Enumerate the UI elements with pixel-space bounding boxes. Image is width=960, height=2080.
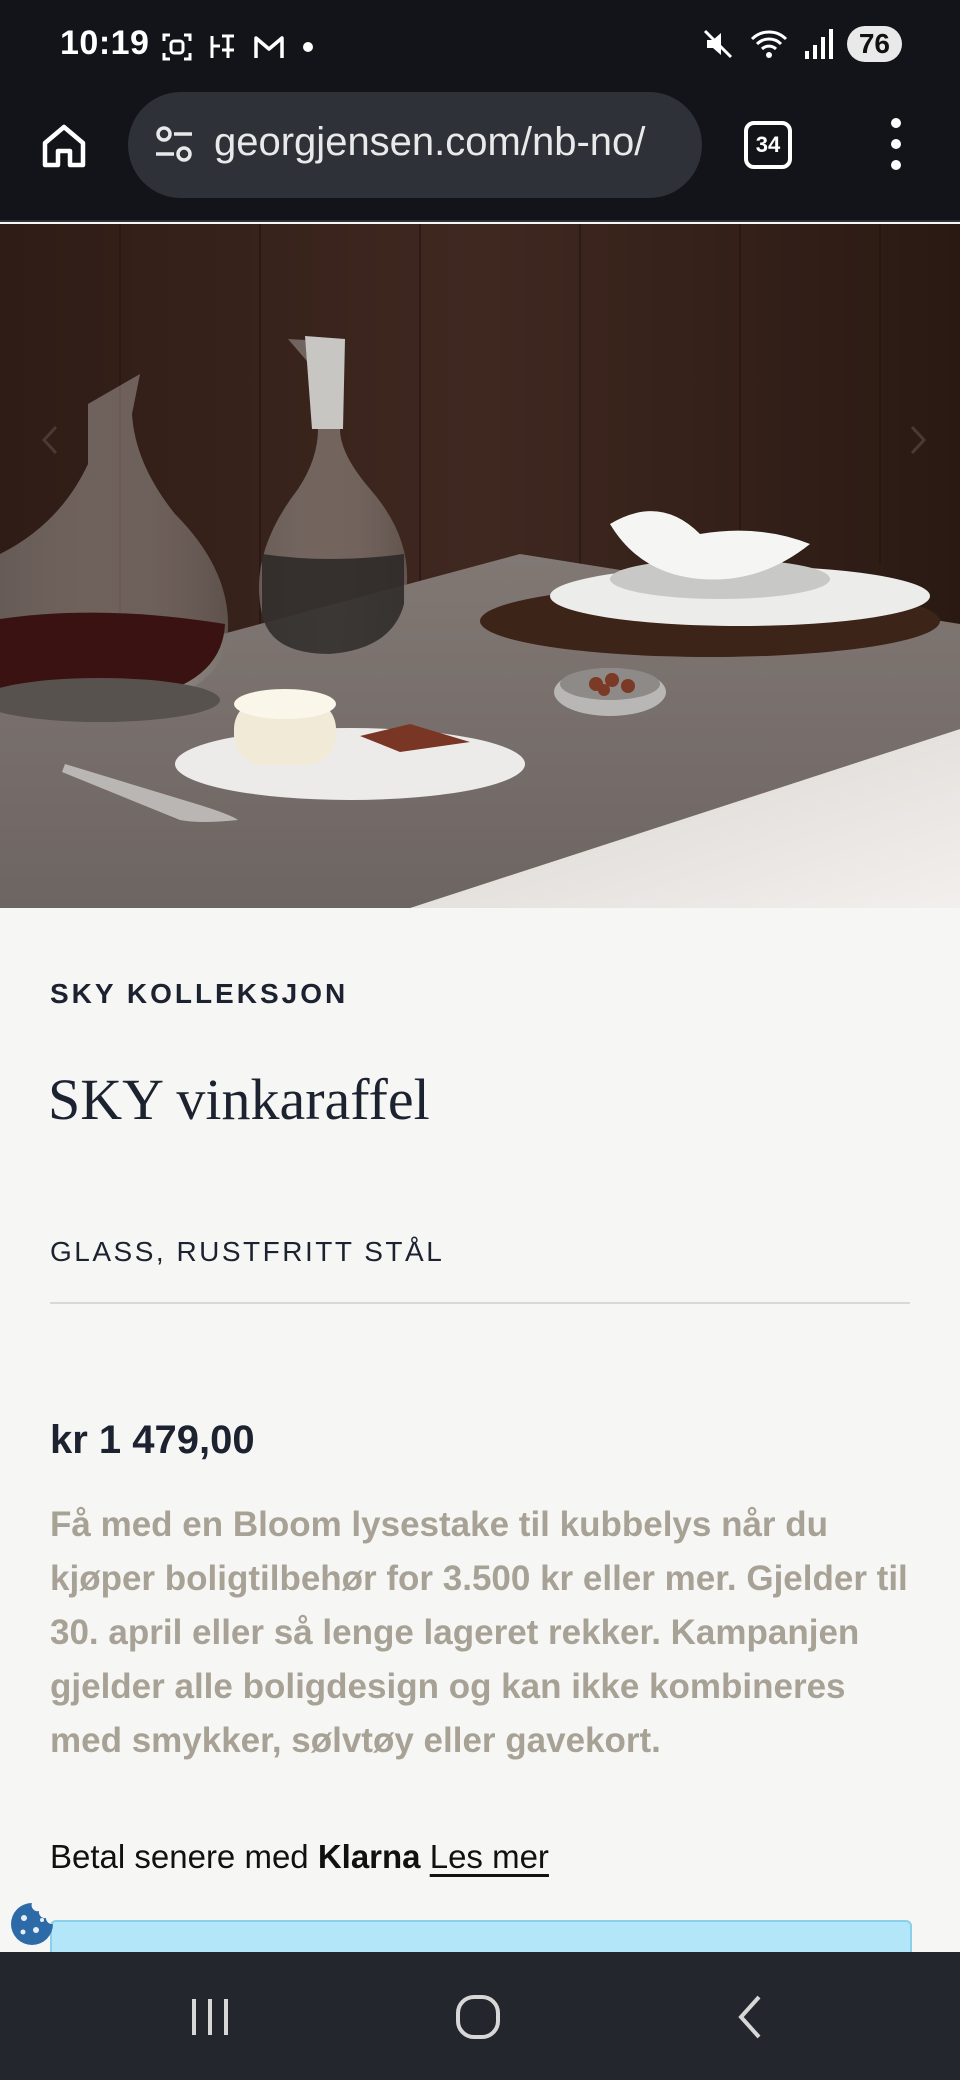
klarna-brand: Klarna <box>317 1838 421 1875</box>
klarna-info: Betal senere med Klarna Les mer <box>50 1838 549 1876</box>
menu-dot-icon <box>891 118 901 128</box>
menu-dot-icon <box>891 160 901 170</box>
product-image-carousel[interactable] <box>0 224 960 908</box>
tab-switcher-button[interactable]: 34 <box>744 121 792 169</box>
chevron-left-icon <box>41 425 58 455</box>
screenshot-icon <box>162 33 192 61</box>
signal-icon <box>804 29 833 59</box>
mute-icon <box>703 29 732 59</box>
cookie-settings-button[interactable] <box>8 1900 56 1948</box>
back-button[interactable] <box>710 1982 790 2052</box>
site-settings-icon[interactable] <box>152 122 196 166</box>
accessibility-icon <box>210 34 234 58</box>
chevron-right-icon <box>910 425 927 455</box>
klarna-read-more-link[interactable]: Les mer <box>430 1838 549 1875</box>
product-photo <box>0 224 960 908</box>
home-circle-icon <box>456 1995 500 2039</box>
promo-text: Få med en Bloom lysestake til kubbelys n… <box>50 1505 908 1760</box>
cookie-icon <box>11 1903 53 1945</box>
product-price: kr 1 479,00 <box>50 1418 255 1462</box>
product-materials: GLASS, RUSTFRITT STÅL <box>50 1236 445 1267</box>
home-nav-button[interactable] <box>438 1982 518 2052</box>
notification-icons <box>160 30 318 64</box>
dot-icon <box>303 42 313 52</box>
home-button[interactable] <box>36 118 92 174</box>
wifi-icon <box>750 30 787 58</box>
system-navigation-bar <box>0 1952 960 2080</box>
home-icon <box>42 124 86 168</box>
divider <box>50 1302 910 1304</box>
more-menu-button[interactable] <box>878 112 914 176</box>
recent-apps-button[interactable] <box>170 1982 250 2052</box>
product-title: SKY vinkaraffel <box>48 1067 430 1132</box>
carousel-prev-button[interactable] <box>30 410 70 470</box>
recent-apps-icon <box>192 1999 228 2035</box>
gmail-icon <box>254 36 284 58</box>
battery-indicator: 76 <box>846 26 902 62</box>
system-icons: 76 <box>701 26 902 62</box>
back-icon <box>738 1995 761 2039</box>
browser-toolbar: georgjensen.com/nb-no/ 34 <box>0 92 960 222</box>
url-text: georgjensen.com/nb-no/ <box>214 120 646 164</box>
status-bar: 10:19 76 <box>0 0 960 92</box>
status-time: 10:19 <box>60 24 150 62</box>
collection-link[interactable]: SKY KOLLEKSJON <box>50 978 348 1010</box>
klarna-prefix: Betal senere med <box>50 1838 309 1875</box>
carousel-next-button[interactable] <box>898 410 938 470</box>
address-bar[interactable]: georgjensen.com/nb-no/ <box>128 92 702 198</box>
menu-dot-icon <box>891 139 901 149</box>
